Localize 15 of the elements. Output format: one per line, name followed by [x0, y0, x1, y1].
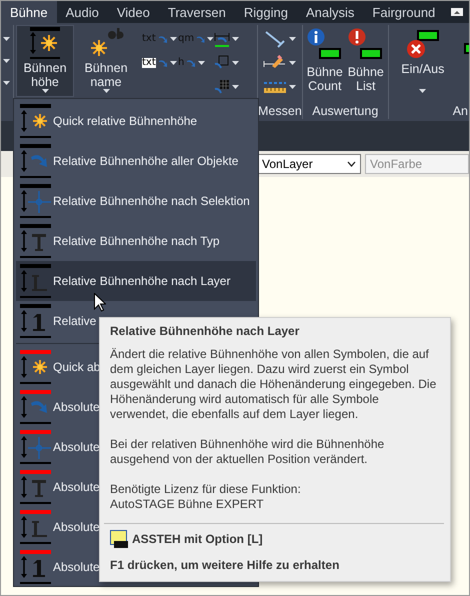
help-hint: F1 drücken, um weitere Hilfe zu erhalten: [110, 558, 340, 572]
button-label: Bühnen höhe: [23, 61, 67, 89]
tooltip-text: Ändert die relative Bühnenhöhe von allen Symbolen, die auf dem gleichen Layer liegen. Dazu wird zuerst ein Symbol ausgewählt und danach die Höhenänderung eingegeben. Die Höhenänderung wird automatisch für alle Symbole verwendet, die ebenfalls auf dem Layer liegen.: [110, 347, 438, 422]
tooltip-title: Relative Bühnenhöhe nach Layer: [110, 324, 300, 339]
tooltip-text: Benötigte Lizenz für diese Funktion: AutoSTAGE Bühne EXPERT: [110, 482, 302, 512]
group-label: Messen: [258, 103, 302, 120]
tool-label: txt: [142, 58, 156, 68]
group-label: Auswertung: [311, 103, 380, 120]
tool-label: txt: [142, 34, 156, 44]
tool-label: h: [178, 58, 184, 68]
command-name: ASSTEH mit Option [L]: [132, 532, 263, 546]
button-label: Bühnen name: [84, 61, 128, 89]
tool-label: qm: [178, 34, 194, 44]
tooltip-text: Bei der relativen Bühnenhöhe wird die Bühnenhöhe ausgehend von der aktuellen Position verändert.: [110, 437, 386, 467]
group-label: An: [452, 104, 468, 118]
